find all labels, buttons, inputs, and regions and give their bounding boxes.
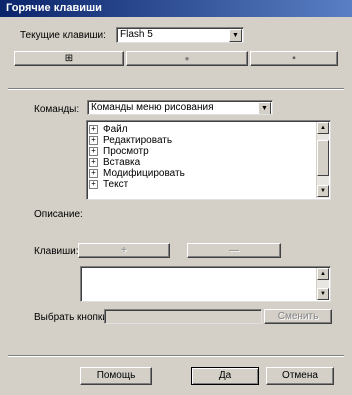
- add-key-button[interactable]: +: [78, 243, 170, 258]
- keys-list[interactable]: ▲ ▼: [80, 266, 331, 302]
- scroll-up-icon[interactable]: ▲: [317, 268, 329, 280]
- keys-scrollbar[interactable]: ▲ ▼: [316, 268, 329, 300]
- commands-label: Команды:: [34, 104, 80, 115]
- tree-scrollbar[interactable]: ▲ ▼: [316, 122, 329, 198]
- tree-item-modify[interactable]: + Модифицировать: [89, 168, 330, 179]
- tree-item-file[interactable]: + Файл: [89, 124, 330, 135]
- expand-icon[interactable]: +: [89, 179, 98, 189]
- commands-dropdown[interactable]: Команды меню рисования ▼: [87, 100, 273, 115]
- separator-top: [8, 88, 344, 90]
- dropdown-arrow-icon: ▼: [229, 29, 242, 42]
- tree-item-text[interactable]: + Текст: [89, 179, 330, 190]
- dropdown-arrow-icon: ▼: [258, 102, 271, 114]
- expand-icon[interactable]: +: [89, 135, 98, 145]
- window-title: Горячие клавиши: [0, 0, 352, 17]
- press-key-input[interactable]: [104, 309, 262, 324]
- trash-icon: ▪: [292, 53, 296, 64]
- commands-tree[interactable]: + Файл + Редактировать + Просмотр + Вставка …: [86, 120, 331, 200]
- properties-icon: ●: [184, 54, 190, 63]
- current-set-dropdown[interactable]: Flash 5 ▼: [116, 27, 244, 43]
- delete-set-button[interactable]: ▪: [250, 51, 338, 66]
- press-key-label: Выбрать кнопки:: [34, 312, 111, 323]
- change-button[interactable]: Сменить: [264, 309, 332, 324]
- expand-icon[interactable]: +: [89, 124, 98, 134]
- ok-button[interactable]: Да: [191, 367, 259, 385]
- tree-item-insert[interactable]: + Вставка: [89, 157, 330, 168]
- description-label: Описание:: [34, 209, 83, 220]
- scroll-thumb[interactable]: [317, 140, 329, 176]
- current-set-value: Flash 5: [120, 29, 153, 40]
- keys-label: Клавиши:: [34, 246, 79, 257]
- scroll-down-icon[interactable]: ▼: [317, 185, 329, 197]
- expand-icon[interactable]: +: [89, 146, 98, 156]
- commands-value: Команды меню рисования: [91, 102, 214, 113]
- cancel-button[interactable]: Отмена: [266, 367, 334, 385]
- tree-item-edit[interactable]: + Редактировать: [89, 135, 330, 146]
- current-set-label: Текущие клавиши:: [20, 30, 106, 41]
- help-button[interactable]: Помощь: [80, 367, 152, 385]
- set-properties-button[interactable]: ●: [126, 51, 248, 66]
- duplicate-set-button[interactable]: ⊞: [14, 51, 124, 66]
- duplicate-icon: ⊞: [64, 53, 74, 64]
- scroll-up-icon[interactable]: ▲: [317, 122, 329, 134]
- remove-key-button[interactable]: —: [187, 243, 281, 258]
- separator-bottom: [8, 355, 344, 357]
- expand-icon[interactable]: +: [89, 168, 98, 178]
- tree-item-view[interactable]: + Просмотр: [89, 146, 330, 157]
- scroll-down-icon[interactable]: ▼: [317, 288, 329, 300]
- expand-icon[interactable]: +: [89, 157, 98, 167]
